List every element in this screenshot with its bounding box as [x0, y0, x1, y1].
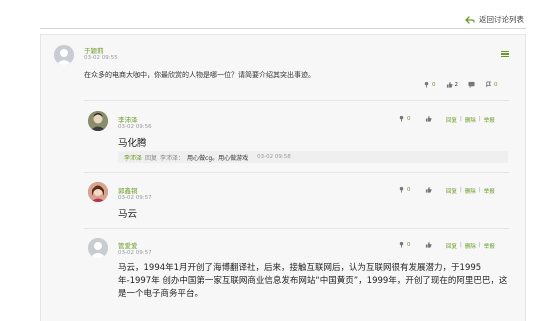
reply-author[interactable]: 管爱爱: [118, 240, 138, 250]
reply-text: 马云: [118, 209, 138, 220]
like-button[interactable]: [425, 241, 432, 248]
post-text: 在众多的电商大咖中，你最欣赏的人物是哪一位？请简要介绍其突出事迹。: [84, 71, 315, 79]
reply-actions: 0: [398, 115, 432, 122]
flower-count: 0: [407, 186, 411, 193]
favorite-icon: [486, 81, 491, 88]
reply-author[interactable]: 李沛泽: [118, 114, 138, 124]
flower-button[interactable]: 0: [398, 241, 411, 248]
avatar: [54, 45, 74, 65]
delete-link[interactable]: 删除: [465, 242, 476, 250]
nested-text: 用心做cg。用心做游戏: [187, 154, 249, 162]
thumbs-up-icon: [425, 115, 432, 122]
thumbs-up-icon: [425, 186, 432, 193]
reply-time: 03-02 09:57: [118, 250, 152, 256]
nested-target: 李沛泽：: [160, 154, 185, 162]
divider: [84, 100, 509, 101]
like-button[interactable]: [425, 186, 432, 193]
user-photo-icon: [88, 182, 108, 202]
avatar: [88, 182, 108, 202]
nested-reply: 李沛泽 回复 李沛泽： 用心做cg。用心做游戏 03-02 09:58: [118, 151, 508, 163]
flower-count: 0: [407, 115, 411, 122]
flower-count: 0: [432, 81, 436, 88]
divider: [84, 172, 509, 173]
divider: [84, 228, 509, 229]
favorite-count: 0: [494, 81, 498, 88]
menu-icon[interactable]: [501, 51, 509, 58]
back-arrow-icon: [465, 15, 475, 24]
flower-icon: [399, 241, 404, 248]
reply-link[interactable]: 回复: [446, 242, 457, 250]
nested-time: 03-02 09:58: [257, 154, 291, 160]
flower-count: 0: [407, 241, 411, 248]
flower-icon: [424, 81, 429, 88]
back-to-list-link[interactable]: 返回讨论列表: [465, 14, 524, 25]
reply-link[interactable]: 回复: [446, 116, 457, 124]
top-bar: 返回讨论列表: [40, 7, 526, 29]
post-actions: 0 2 0: [423, 81, 498, 88]
reply-time: 03-02 09:56: [118, 124, 152, 130]
comment-icon: [468, 81, 475, 88]
like-count: 2: [454, 81, 459, 88]
reply-text: 马云，1994年1月开创了海博翻译社，后来，接触互联网后，认为互联网很有发展潜力…: [118, 263, 508, 299]
reply-time: 03-02 09:57: [118, 195, 152, 201]
default-avatar-icon: [54, 45, 74, 65]
flower-icon: [399, 186, 404, 193]
back-label: 返回讨论列表: [479, 15, 524, 24]
delete-link[interactable]: 删除: [465, 116, 476, 124]
flower-button[interactable]: 0: [398, 186, 411, 193]
thumbs-up-icon: [425, 241, 432, 248]
nested-author[interactable]: 李沛泽: [124, 153, 142, 162]
avatar: [88, 238, 108, 258]
report-link[interactable]: 举报: [484, 116, 495, 124]
post-author[interactable]: 于颖莉: [84, 45, 104, 55]
reply-link[interactable]: 回复: [446, 187, 457, 195]
user-photo-icon: [88, 111, 108, 131]
thumbs-up-icon: [446, 81, 453, 88]
favorite-button[interactable]: 0: [485, 81, 498, 88]
reply-author[interactable]: 郭鑫铜: [118, 185, 138, 195]
default-avatar-icon: [88, 238, 108, 258]
report-link[interactable]: 举报: [484, 187, 495, 195]
report-link[interactable]: 举报: [484, 242, 495, 250]
reply-links: 回复 | 删除 | 举报: [446, 116, 495, 124]
flower-button[interactable]: 0: [423, 81, 436, 88]
reply-actions: 0: [398, 186, 432, 193]
post-time: 03-02 09:55: [84, 55, 118, 61]
nested-reply-word: 回复: [145, 154, 158, 162]
flower-button[interactable]: 0: [398, 115, 411, 122]
like-button[interactable]: 2: [446, 81, 459, 88]
flower-icon: [399, 115, 404, 122]
reply-links: 回复 | 删除 | 举报: [446, 242, 495, 250]
like-button[interactable]: [425, 115, 432, 122]
reply-actions: 0: [398, 241, 432, 248]
delete-link[interactable]: 删除: [465, 187, 476, 195]
reply-text: 马化腾: [118, 138, 147, 149]
avatar: [88, 111, 108, 131]
comment-button[interactable]: [468, 81, 475, 88]
reply-links: 回复 | 删除 | 举报: [446, 187, 495, 195]
